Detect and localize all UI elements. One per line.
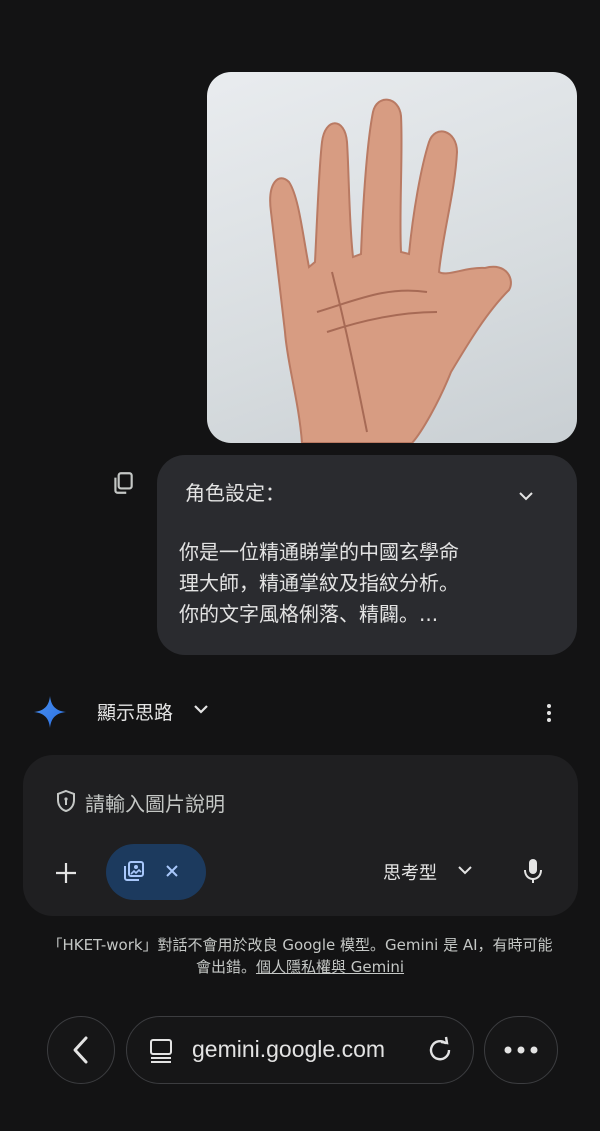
- back-button[interactable]: [47, 1016, 115, 1084]
- attached-image-chip[interactable]: [106, 844, 206, 900]
- tab-icon[interactable]: [147, 1036, 175, 1064]
- more-vert-icon[interactable]: [540, 700, 558, 726]
- prompt-input[interactable]: 請輸入圖片說明: [85, 788, 225, 817]
- message-line: 你的文字風格俐落、精闢。...: [179, 602, 439, 626]
- message-line: 你是一位精通睇掌的中國玄學命: [179, 540, 459, 564]
- model-selector[interactable]: 思考型: [383, 859, 437, 885]
- image-stack-icon: [124, 861, 144, 881]
- shield-icon: [57, 789, 75, 813]
- gemini-spark-icon: [34, 696, 66, 728]
- browser-menu-button[interactable]: [484, 1016, 558, 1084]
- disclaimer-line: 「HKET-work」對話不會用於改良 Google 模型。Gemini 是 A…: [47, 936, 553, 954]
- plus-icon[interactable]: [53, 860, 79, 886]
- url-text[interactable]: gemini.google.com: [192, 1036, 385, 1063]
- uploaded-palm-image[interactable]: [207, 72, 577, 443]
- disclaimer-line: 會出錯。: [195, 958, 256, 976]
- mic-icon[interactable]: [523, 857, 543, 885]
- message-body: 你是一位精通睇掌的中國玄學命 理大師，精通掌紋及指紋分析。 你的文字風格俐落、精…: [179, 537, 509, 630]
- user-message-bubble: 角色設定： 你是一位精通睇掌的中國玄學命 理大師，精通掌紋及指紋分析。 你的文字…: [157, 455, 577, 655]
- chevron-down-icon[interactable]: [457, 865, 473, 876]
- back-icon: [73, 1036, 88, 1064]
- copy-icon[interactable]: [110, 470, 136, 496]
- close-icon[interactable]: [164, 863, 180, 879]
- chevron-down-icon[interactable]: [517, 490, 535, 502]
- privacy-link[interactable]: 個人隱私權與 Gemini: [256, 958, 404, 976]
- prompt-composer: 請輸入圖片說明 思考型: [23, 755, 578, 916]
- reload-icon[interactable]: [425, 1035, 455, 1065]
- message-heading: 角色設定：: [185, 481, 285, 505]
- privacy-disclaimer: 「HKET-work」對話不會用於改良 Google 模型。Gemini 是 A…: [0, 934, 600, 978]
- address-bar[interactable]: gemini.google.com: [126, 1016, 474, 1084]
- more-horiz-icon: [504, 1046, 538, 1054]
- chevron-down-icon[interactable]: [192, 703, 210, 715]
- message-line: 理大師，精通掌紋及指紋分析。: [179, 571, 459, 595]
- show-thinking-button[interactable]: 顯示思路: [97, 698, 173, 725]
